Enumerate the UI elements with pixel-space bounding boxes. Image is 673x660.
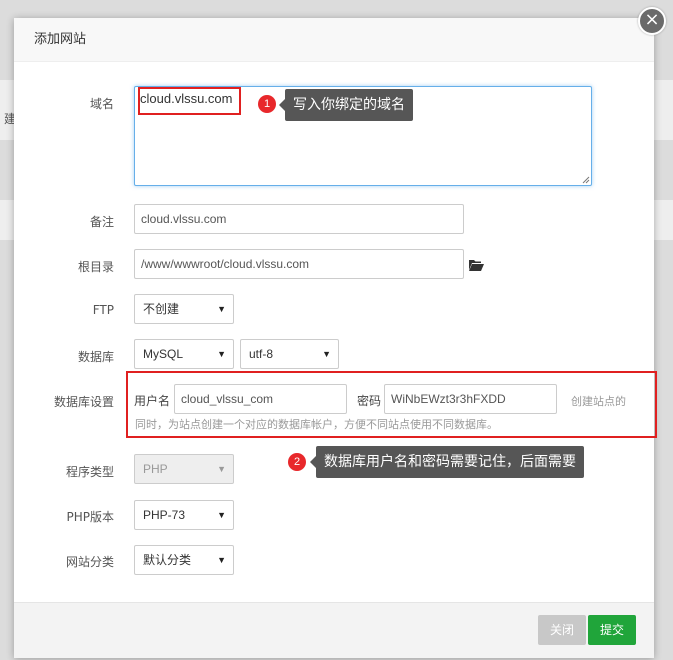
root-dir-label: 根目录	[77, 260, 114, 274]
program-type-selected: PHP	[143, 462, 168, 476]
close-button[interactable]: 关闭	[538, 615, 587, 645]
domain-highlight-box	[138, 87, 241, 115]
php-version-selected: PHP-73	[143, 508, 186, 522]
dialog-footer: 关闭 提交	[14, 602, 654, 658]
chevron-down-icon: ▼	[217, 304, 226, 314]
site-category-label: 网站分类	[65, 555, 114, 569]
program-type-select: PHP ▼	[134, 454, 234, 484]
ftp-select[interactable]: 不创建 ▼	[134, 294, 234, 324]
background-row	[653, 80, 673, 140]
folder-open-icon[interactable]	[468, 258, 484, 272]
db-settings-label: 数据库设置	[53, 395, 114, 409]
add-site-dialog: 添加网站 域名 cloud.vlssu.com 1 写入你绑定的域名 备注 cl…	[14, 18, 657, 658]
close-icon[interactable]: ×	[638, 7, 666, 35]
submit-button[interactable]: 提交	[588, 615, 637, 645]
site-category-selected: 默认分类	[143, 553, 192, 567]
domain-label: 域名	[89, 97, 114, 111]
php-version-select[interactable]: PHP-73 ▼	[134, 500, 234, 530]
ftp-label: FTP	[92, 303, 114, 317]
ftp-selected: 不创建	[143, 302, 180, 316]
dialog-title: 添加网站	[14, 18, 654, 62]
database-label: 数据库	[77, 350, 114, 364]
db-settings-highlight-box	[126, 371, 657, 438]
annotation-badge-1: 1	[258, 95, 276, 113]
database-type-selected: MySQL	[143, 347, 184, 361]
php-version-label: PHP版本	[66, 510, 115, 524]
background-row	[0, 200, 14, 240]
database-type-select[interactable]: MySQL ▼	[134, 339, 234, 369]
chevron-down-icon: ▼	[322, 349, 331, 359]
background-row	[653, 200, 673, 240]
annotation-badge-2: 2	[288, 453, 306, 471]
site-category-select[interactable]: 默认分类 ▼	[134, 545, 234, 575]
database-charset-select[interactable]: utf-8 ▼	[240, 339, 339, 369]
program-type-label: 程序类型	[65, 465, 114, 479]
annotation-tip-2: 数据库用户名和密码需要记住，后面需要	[310, 446, 584, 478]
chevron-down-icon: ▼	[217, 510, 226, 520]
chevron-down-icon: ▼	[217, 555, 226, 565]
remark-input[interactable]: cloud.vlssu.com	[134, 204, 464, 234]
database-charset-selected: utf-8	[249, 347, 274, 361]
remark-label: 备注	[89, 215, 114, 229]
chevron-down-icon: ▼	[217, 349, 226, 359]
chevron-down-icon: ▼	[217, 464, 226, 474]
root-dir-input[interactable]: /www/wwwroot/cloud.vlssu.com	[134, 249, 464, 279]
resize-grip-icon[interactable]	[582, 176, 590, 184]
annotation-tip-1: 写入你绑定的域名	[279, 89, 413, 121]
